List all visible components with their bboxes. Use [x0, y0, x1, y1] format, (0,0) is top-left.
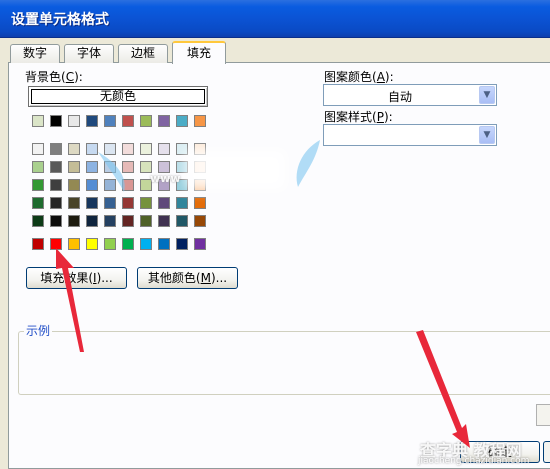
- color-swatch[interactable]: [104, 215, 116, 227]
- color-swatch[interactable]: [32, 238, 44, 250]
- color-swatch[interactable]: [86, 143, 98, 155]
- tab-label: 字体: [76, 46, 101, 60]
- watermark-blur: [186, 150, 286, 190]
- chevron-down-icon[interactable]: ▼: [479, 86, 495, 104]
- color-swatch[interactable]: [158, 197, 170, 209]
- more-colors-hotkey: M: [200, 271, 211, 285]
- color-swatch[interactable]: [50, 115, 62, 127]
- color-swatch[interactable]: [158, 215, 170, 227]
- color-swatch[interactable]: [32, 143, 44, 155]
- color-swatch[interactable]: [68, 215, 80, 227]
- color-swatch[interactable]: [158, 238, 170, 250]
- cancel-button-edge[interactable]: [536, 404, 550, 426]
- pattern-style-label: 图案样式(P):: [324, 110, 393, 124]
- color-swatch[interactable]: [122, 215, 134, 227]
- color-swatch[interactable]: [122, 197, 134, 209]
- color-swatch[interactable]: [140, 197, 152, 209]
- color-swatch[interactable]: [194, 215, 206, 227]
- tab-border[interactable]: 边框: [118, 44, 168, 63]
- color-swatch[interactable]: [158, 115, 170, 127]
- background-color-label: 背景色(C):: [25, 70, 83, 84]
- color-swatch[interactable]: [68, 115, 80, 127]
- pattern-color-hotkey: A: [376, 70, 385, 84]
- tab-font[interactable]: 字体: [64, 44, 114, 63]
- color-swatch[interactable]: [104, 179, 116, 191]
- color-swatch[interactable]: [68, 179, 80, 191]
- window-title: 设置单元格格式: [11, 12, 109, 28]
- color-swatch[interactable]: [50, 215, 62, 227]
- color-swatch[interactable]: [86, 238, 98, 250]
- color-swatch[interactable]: [158, 143, 170, 155]
- color-swatch[interactable]: [194, 115, 206, 127]
- pattern-style-select[interactable]: ▼: [323, 124, 497, 146]
- sample-group: [18, 331, 550, 395]
- background-color-hotkey: C: [65, 70, 75, 84]
- tab-label: 填充: [186, 46, 211, 60]
- background-color-text: 背景色: [25, 70, 62, 84]
- color-swatch[interactable]: [32, 197, 44, 209]
- color-swatch[interactable]: [140, 238, 152, 250]
- tab-fill[interactable]: 填充: [172, 41, 226, 64]
- color-swatch[interactable]: [86, 215, 98, 227]
- color-swatch[interactable]: [176, 238, 188, 250]
- color-swatch[interactable]: [176, 215, 188, 227]
- cancel-button[interactable]: [543, 441, 550, 463]
- color-swatch[interactable]: [122, 115, 134, 127]
- pattern-style-text: 图案样式: [324, 110, 373, 124]
- tab-label: 数字: [22, 46, 47, 60]
- color-swatch[interactable]: [122, 179, 134, 191]
- color-swatch[interactable]: [122, 161, 134, 173]
- color-swatch[interactable]: [68, 197, 80, 209]
- color-swatch[interactable]: [104, 161, 116, 173]
- color-swatch[interactable]: [50, 161, 62, 173]
- color-swatch[interactable]: [68, 161, 80, 173]
- color-swatch[interactable]: [50, 197, 62, 209]
- color-swatch[interactable]: [140, 115, 152, 127]
- chevron-down-icon[interactable]: ▼: [479, 126, 495, 144]
- color-swatch[interactable]: [194, 197, 206, 209]
- color-swatch[interactable]: [176, 197, 188, 209]
- color-swatch[interactable]: [50, 238, 62, 250]
- fill-effects-hotkey: I: [93, 271, 97, 285]
- color-swatch[interactable]: [104, 238, 116, 250]
- color-swatch[interactable]: [122, 238, 134, 250]
- title-bar: 设置单元格格式: [0, 0, 550, 38]
- color-swatch[interactable]: [32, 161, 44, 173]
- fill-effects-button[interactable]: 填充效果(I)...: [26, 267, 127, 289]
- color-swatch[interactable]: [86, 161, 98, 173]
- more-colors-button[interactable]: 其他颜色(M)...: [137, 267, 238, 289]
- color-swatch[interactable]: [86, 197, 98, 209]
- sample-legend: 示例: [24, 322, 53, 339]
- color-swatch[interactable]: [140, 143, 152, 155]
- no-color-label: 无颜色: [99, 89, 136, 103]
- color-swatch[interactable]: [122, 143, 134, 155]
- color-swatch[interactable]: [194, 238, 206, 250]
- pattern-style-hotkey: P: [376, 110, 384, 124]
- color-swatch[interactable]: [68, 143, 80, 155]
- color-swatch[interactable]: [32, 215, 44, 227]
- color-swatch[interactable]: [176, 115, 188, 127]
- color-swatch[interactable]: [50, 143, 62, 155]
- tab-number[interactable]: 数字: [10, 44, 60, 63]
- no-color-button[interactable]: 无颜色: [28, 86, 208, 107]
- color-swatch[interactable]: [32, 115, 44, 127]
- more-colors-label: 其他颜色: [147, 271, 196, 285]
- color-swatch[interactable]: [68, 238, 80, 250]
- color-swatch[interactable]: [32, 179, 44, 191]
- pattern-color-value: 自动: [387, 90, 412, 104]
- tab-label: 边框: [130, 46, 155, 60]
- pattern-color-select[interactable]: 自动 ▼: [323, 84, 497, 106]
- color-swatch[interactable]: [104, 143, 116, 155]
- fill-effects-label: 填充效果: [40, 271, 89, 285]
- watermark-www: www: [150, 172, 181, 185]
- pattern-color-text: 图案颜色: [324, 70, 373, 84]
- color-swatch[interactable]: [50, 179, 62, 191]
- color-swatch[interactable]: [86, 115, 98, 127]
- watermark-url: jiaocheng.chazidian.com: [418, 456, 530, 466]
- color-swatch[interactable]: [86, 179, 98, 191]
- color-swatch[interactable]: [140, 215, 152, 227]
- pattern-color-label: 图案颜色(A):: [324, 70, 394, 84]
- color-swatch[interactable]: [104, 197, 116, 209]
- color-swatch[interactable]: [104, 115, 116, 127]
